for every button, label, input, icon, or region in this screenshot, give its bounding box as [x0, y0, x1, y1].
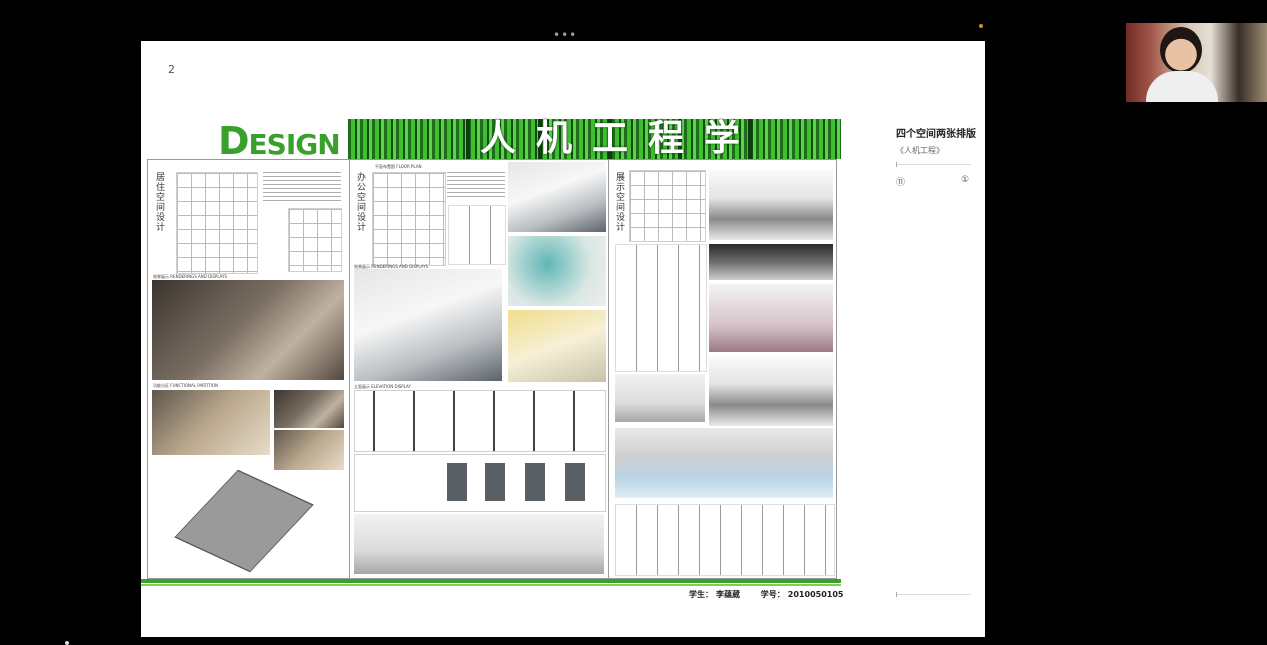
exhibition-platform-render — [615, 374, 705, 422]
side-progress-track[interactable] — [896, 162, 971, 167]
exhibition-pool-render — [615, 428, 833, 498]
office-lounge-render — [508, 236, 606, 306]
design-initial: D — [218, 119, 250, 163]
exhibition-display-sketch — [615, 504, 835, 576]
side-panel-subtitle: 《人机工程》 — [896, 146, 944, 155]
office-floor-plan — [372, 172, 446, 266]
exhibition-lounge-render — [709, 284, 833, 352]
webcam-video-tile[interactable] — [1126, 23, 1267, 102]
residential-living-render — [152, 390, 270, 455]
residential-detail-plan — [288, 208, 342, 272]
poster-board: 居住空间设计 效果展示 RENDERINGS AND DISPLAYS 功能分区… — [147, 159, 837, 579]
office-main-render — [354, 269, 502, 381]
recording-indicator-icon — [979, 24, 983, 28]
residential-function-caption: 功能分区 FUNCTIONAL PARTITION — [153, 383, 219, 388]
office-meeting-render-top — [508, 162, 606, 232]
office-elevation-2 — [354, 454, 606, 512]
poster-banner: DESIGN 人机工程学 — [218, 118, 841, 161]
office-column: 办公空间设计 平面布置图 FLOOR PLAN 效果展示 RENDERINGS … — [350, 160, 609, 578]
side-panel-title: 四个空间两张排版 — [896, 129, 976, 140]
side-count-left: ⑪ — [896, 178, 906, 188]
more-options-icon[interactable]: ••• — [553, 28, 577, 42]
exhibition-column: 展示空间设计 — [609, 160, 836, 578]
residential-corner-render — [274, 430, 344, 470]
student-id: 2010050105 — [787, 590, 844, 599]
design-rest: ESIGN — [248, 128, 341, 161]
side-bottom-track[interactable] — [896, 592, 971, 597]
residential-label: 居住空间设计 — [154, 172, 164, 232]
office-label: 办公空间设计 — [355, 172, 365, 232]
exhibition-main-render — [709, 170, 833, 240]
shared-slide: 2 DESIGN 人机工程学 居住空间设计 效果展示 RENDERINGS AN… — [141, 41, 985, 637]
student-id-label: 学号： — [760, 590, 785, 599]
side-count-right: ① — [961, 175, 970, 185]
exhibition-entrance-render — [709, 244, 833, 280]
student-label: 学生： — [689, 590, 713, 599]
office-conference-render — [508, 310, 606, 382]
page-number: 2 — [168, 63, 175, 76]
residential-detail-render — [274, 390, 344, 428]
office-plan-caption: 平面布置图 FLOOR PLAN — [375, 164, 422, 169]
residential-isometric-plan — [174, 469, 314, 573]
exhibition-floor-plan — [629, 170, 706, 242]
office-furniture-sketch — [448, 205, 506, 265]
student-info: 学生： 李蕴葳 学号： 2010050105 — [686, 589, 843, 600]
participant-head — [1160, 27, 1202, 73]
banner-title: 人机工程学 — [480, 118, 761, 159]
participant-body — [1146, 71, 1218, 102]
office-elevation-1 — [354, 390, 606, 452]
student-name: 李蕴葳 — [716, 590, 740, 599]
residential-column: 居住空间设计 效果展示 RENDERINGS AND DISPLAYS 功能分区… — [148, 160, 350, 578]
residential-floor-plan — [176, 172, 258, 274]
office-section-render — [354, 514, 604, 574]
exhibition-elevation-sketch — [615, 244, 707, 372]
mouse-cursor-icon — [65, 641, 69, 645]
exhibition-label: 展示空间设计 — [614, 172, 624, 232]
residential-bedroom-render — [152, 280, 344, 380]
footer-rule — [141, 579, 841, 583]
exhibition-mannequin-render — [709, 356, 833, 426]
